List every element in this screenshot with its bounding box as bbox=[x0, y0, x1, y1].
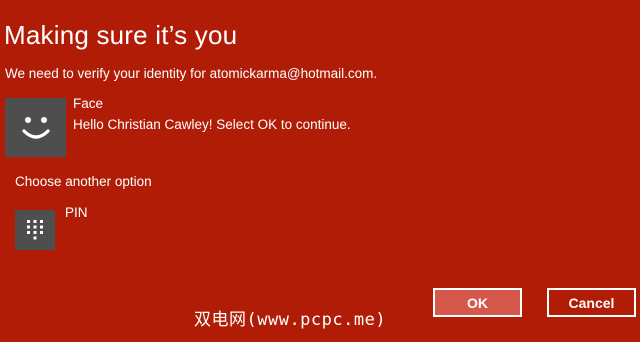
face-option-description: Hello Christian Cawley! Select OK to con… bbox=[73, 117, 351, 132]
ok-button[interactable]: OK bbox=[433, 288, 522, 317]
choose-another-option-label: Choose another option bbox=[15, 174, 152, 189]
pin-option[interactable]: PIN bbox=[15, 205, 215, 251]
dialog-title: Making sure it’s you bbox=[4, 20, 238, 50]
face-option[interactable]: Face Hello Christian Cawley! Select OK t… bbox=[5, 96, 425, 160]
face-option-title: Face bbox=[73, 96, 104, 111]
dialog-subtitle: We need to verify your identity for atom… bbox=[5, 66, 378, 81]
cancel-button[interactable]: Cancel bbox=[547, 288, 636, 317]
watermark-text: 双电网(www.pcpc.me) bbox=[194, 310, 387, 330]
pin-option-title: PIN bbox=[65, 205, 88, 220]
windows-hello-dialog: Making sure it’s you We need to verify y… bbox=[0, 0, 640, 342]
smiley-face-icon bbox=[5, 98, 66, 157]
keypad-icon bbox=[15, 210, 55, 250]
